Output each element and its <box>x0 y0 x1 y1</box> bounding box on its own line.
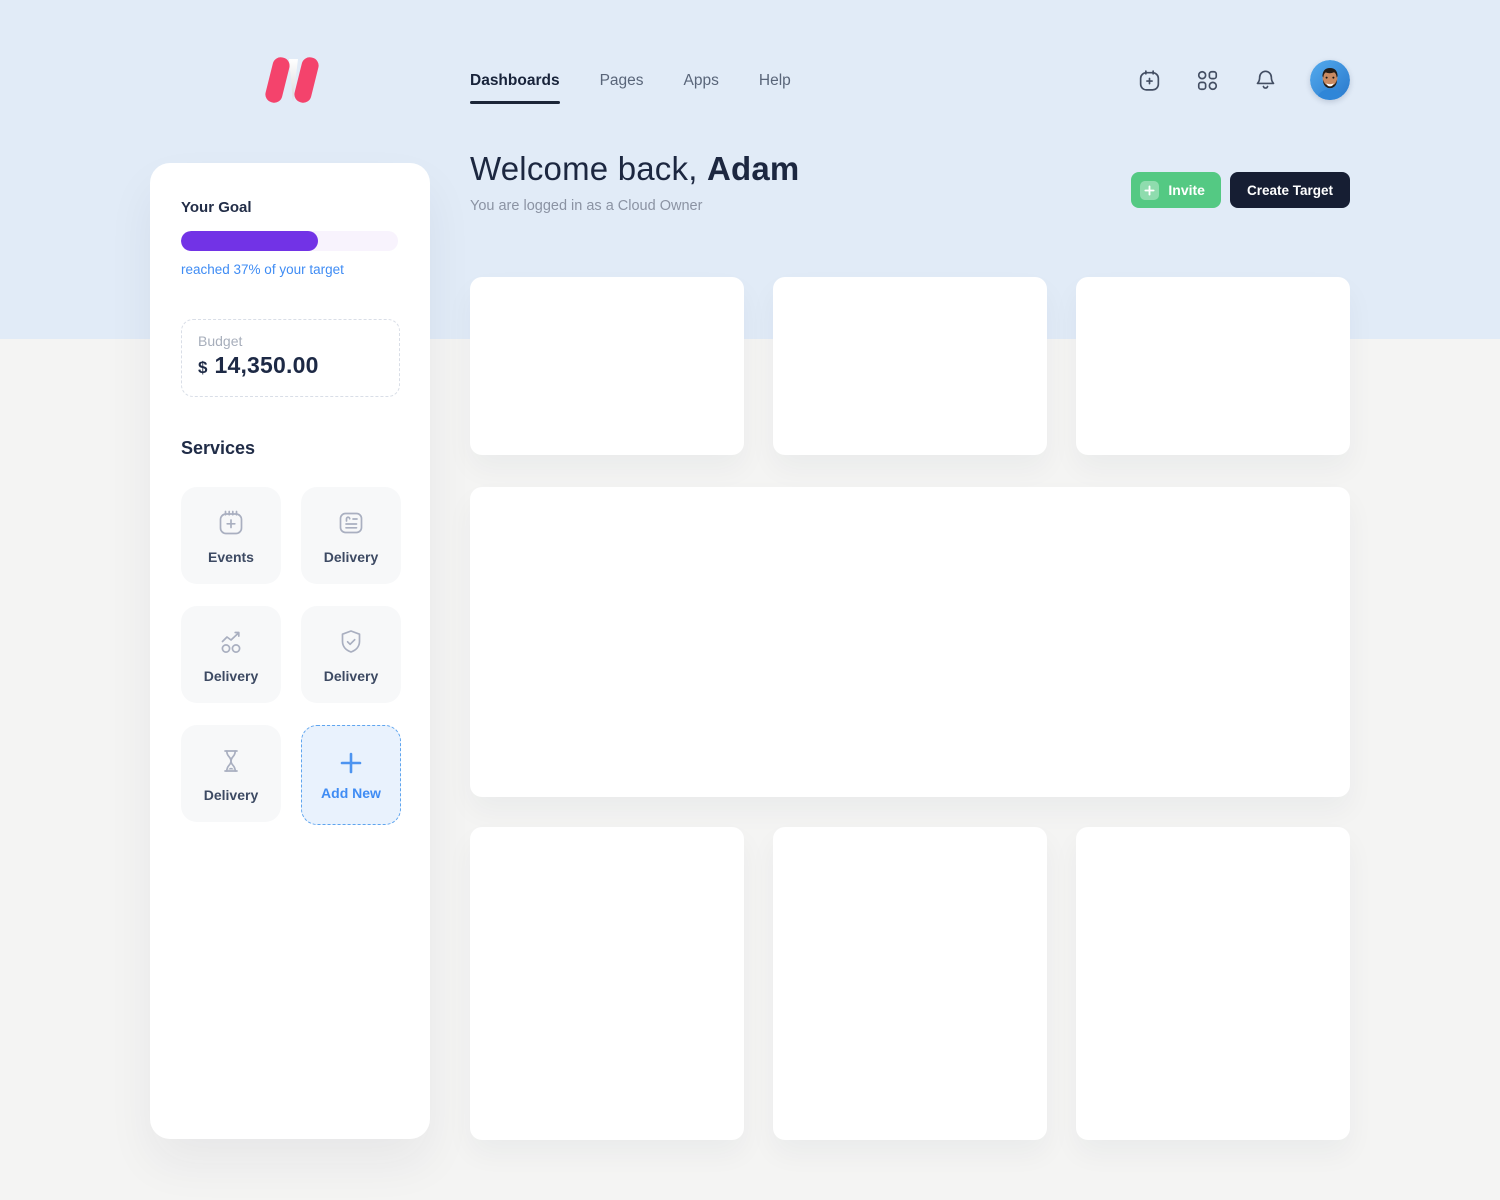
calendar-plus-icon <box>214 506 248 540</box>
welcome-prefix: Welcome back, <box>470 150 707 187</box>
add-new-service-tile[interactable]: Add New <box>301 725 401 825</box>
nav-item-dashboards[interactable]: Dashboards <box>470 72 560 104</box>
top-icon-group <box>1136 60 1350 100</box>
widget-card-empty-3[interactable] <box>1076 277 1350 455</box>
widget-card-empty-6[interactable] <box>1076 827 1350 1140</box>
welcome-subtitle: You are logged in as a Cloud Owner <box>470 198 799 214</box>
invite-button-label: Invite <box>1168 182 1205 198</box>
service-tile-delivery-1[interactable]: Delivery <box>301 487 401 584</box>
goal-progress-bar <box>181 231 398 251</box>
widget-card-empty-1[interactable] <box>470 277 744 455</box>
service-tile-events[interactable]: Events <box>181 487 281 584</box>
services-grid: Events Delivery Delivery <box>181 487 399 825</box>
create-target-button[interactable]: Create Target <box>1230 172 1350 208</box>
nav-item-help[interactable]: Help <box>759 72 791 104</box>
budget-label: Budget <box>198 333 383 349</box>
widget-card-empty-5[interactable] <box>773 827 1047 1140</box>
service-tile-label: Events <box>208 549 254 565</box>
shield-check-icon <box>334 625 368 659</box>
widget-card-empty-2[interactable] <box>773 277 1047 455</box>
budget-value: 14,350.00 <box>214 352 318 379</box>
invite-button[interactable]: Invite <box>1131 172 1221 208</box>
budget-box: Budget $ 14,350.00 <box>181 319 400 397</box>
hourglass-icon <box>214 744 248 778</box>
service-tile-label: Delivery <box>324 668 378 684</box>
top-bar: Dashboards Pages Apps Help <box>0 0 1500 120</box>
plus-icon <box>1140 181 1159 200</box>
avatar[interactable] <box>1310 60 1350 100</box>
goal-title: Your Goal <box>181 199 399 216</box>
calendar-add-icon[interactable] <box>1136 67 1162 93</box>
page-title: Welcome back, Adam <box>470 150 799 188</box>
service-tile-label: Delivery <box>324 549 378 565</box>
sidebar-panel: Your Goal reached 37% of your target Bud… <box>150 163 430 1139</box>
services-title: Services <box>181 438 399 459</box>
service-tile-delivery-2[interactable]: Delivery <box>181 606 281 703</box>
chart-trend-icon <box>214 625 248 659</box>
plus-icon <box>338 750 364 776</box>
create-target-label: Create Target <box>1247 183 1333 198</box>
brand-logo-icon <box>262 56 322 104</box>
main-content: Welcome back, Adam You are logged in as … <box>470 150 1350 214</box>
service-tile-delivery-3[interactable]: Delivery <box>301 606 401 703</box>
service-tile-label: Delivery <box>204 787 258 803</box>
primary-nav: Dashboards Pages Apps Help <box>470 72 791 104</box>
budget-currency: $ <box>198 358 207 378</box>
service-tile-delivery-4[interactable]: Delivery <box>181 725 281 822</box>
invoice-icon <box>334 506 368 540</box>
goal-progress-fill <box>181 231 318 251</box>
nav-item-apps[interactable]: Apps <box>684 72 719 104</box>
service-tile-label: Add New <box>321 785 381 801</box>
brand-logo[interactable] <box>262 56 322 104</box>
nav-item-pages[interactable]: Pages <box>600 72 644 104</box>
widget-card-empty-wide[interactable] <box>470 487 1350 797</box>
budget-amount: $ 14,350.00 <box>198 352 383 379</box>
apps-grid-icon[interactable] <box>1194 67 1220 93</box>
header-actions: Invite Create Target <box>1131 172 1350 208</box>
widget-card-empty-4[interactable] <box>470 827 744 1140</box>
service-tile-label: Delivery <box>204 668 258 684</box>
welcome-name: Adam <box>707 150 800 187</box>
goal-caption-link[interactable]: reached 37% of your target <box>181 262 399 277</box>
notifications-bell-icon[interactable] <box>1252 67 1278 93</box>
